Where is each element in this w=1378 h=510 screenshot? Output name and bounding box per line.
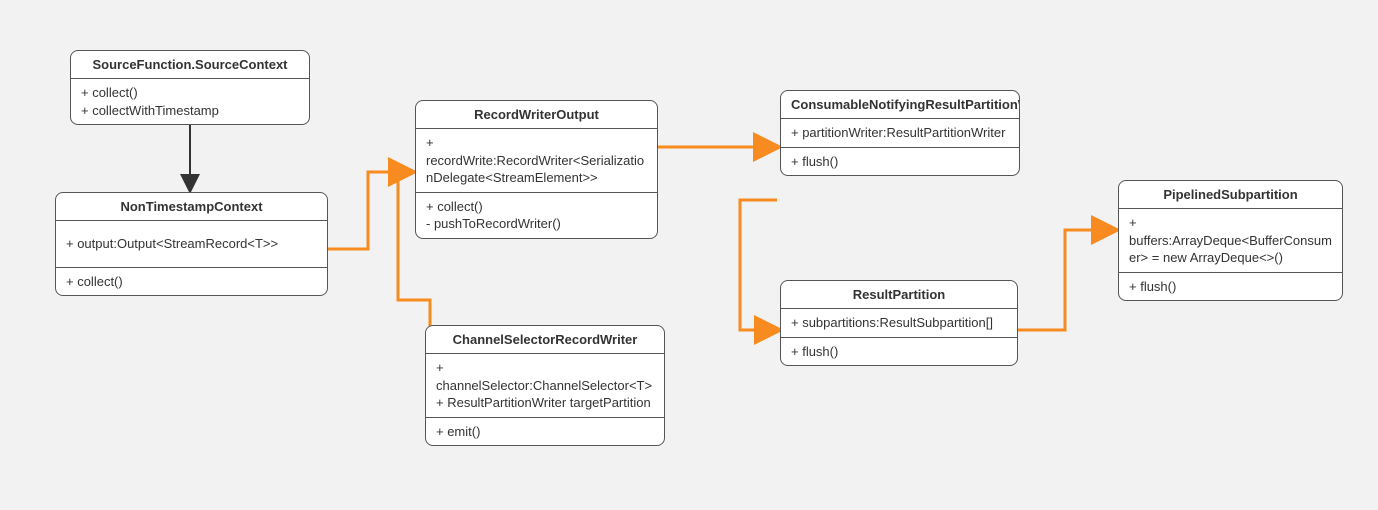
class-members: + output:Output<StreamRecord<T>> — [56, 221, 327, 268]
class-title: ChannelSelectorRecordWriter — [426, 326, 664, 354]
class-source-context: SourceFunction.SourceContext + collect()… — [70, 50, 310, 125]
class-record-writer-output: RecordWriterOutput + recordWrite:RecordW… — [415, 100, 658, 239]
class-result-partition: ResultPartition + subpartitions:ResultSu… — [780, 280, 1018, 366]
class-members: + channelSelector:ChannelSelector<T>+ Re… — [426, 354, 664, 418]
class-methods: + emit() — [426, 418, 664, 446]
class-title: SourceFunction.SourceContext — [71, 51, 309, 79]
class-members: + partitionWriter:ResultPartitionWriter — [781, 119, 1019, 148]
class-members: + subpartitions:ResultSubpartition[] — [781, 309, 1017, 338]
class-methods: + collect()- pushToRecordWriter() — [416, 193, 657, 238]
class-title: RecordWriterOutput — [416, 101, 657, 129]
class-methods: + collect() — [56, 268, 327, 296]
class-channel-selector-record-writer: ChannelSelectorRecordWriter + channelSel… — [425, 325, 665, 446]
class-title: PipelinedSubpartition — [1119, 181, 1342, 209]
class-consumable-decorator: ConsumableNotifyingResultPartitionWriter… — [780, 90, 1020, 176]
class-non-timestamp-context: NonTimestampContext + output:Output<Stre… — [55, 192, 328, 296]
class-title: ResultPartition — [781, 281, 1017, 309]
class-methods: + flush() — [1119, 273, 1342, 301]
class-title: NonTimestampContext — [56, 193, 327, 221]
class-methods: + flush() — [781, 148, 1019, 176]
class-members: + collect()+ collectWithTimestamp — [71, 79, 309, 124]
class-pipelined-subpartition: PipelinedSubpartition + buffers:ArrayDeq… — [1118, 180, 1343, 301]
class-members: + buffers:ArrayDeque<BufferConsumer> = n… — [1119, 209, 1342, 273]
class-members: + recordWrite:RecordWriter<Serialization… — [416, 129, 657, 193]
class-title: ConsumableNotifyingResultPartitionWriter… — [781, 91, 1019, 119]
class-methods: + flush() — [781, 338, 1017, 366]
